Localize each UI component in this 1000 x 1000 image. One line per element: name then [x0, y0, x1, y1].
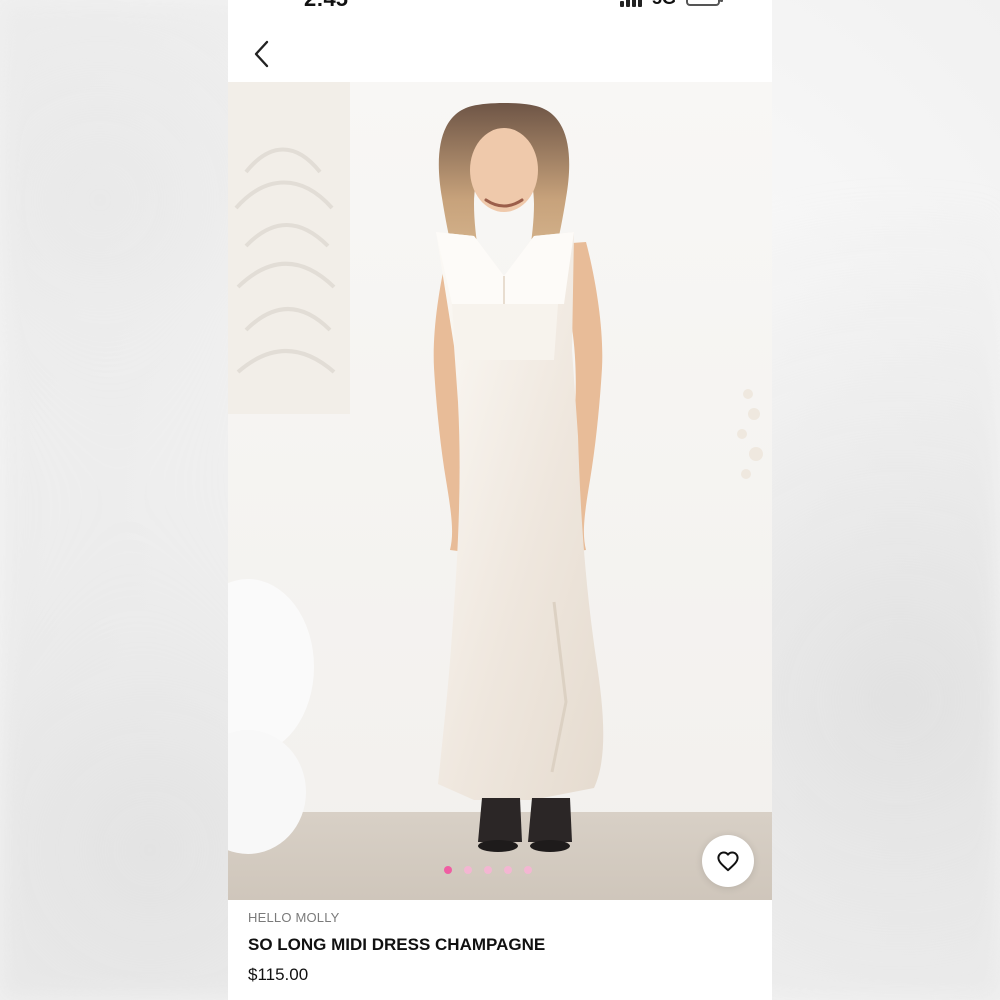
product-image[interactable] — [228, 82, 772, 900]
chevron-left-icon — [254, 40, 269, 68]
carousel-dot[interactable] — [484, 866, 492, 874]
product-price: $115.00 — [248, 965, 309, 984]
signal-icon — [619, 0, 642, 7]
product-title: SO LONG MIDI DRESS CHAMPAGNE — [248, 935, 546, 954]
status-time: 2:45 — [304, 0, 348, 12]
carousel-indicators[interactable] — [444, 866, 532, 874]
top-navigation — [228, 24, 772, 82]
brand-name: HELLO MOLLY — [248, 910, 340, 925]
heart-icon — [717, 851, 739, 872]
dress-photo — [228, 82, 772, 900]
product-details: HELLO MOLLY SO LONG MIDI DRESS CHAMPAGNE… — [248, 910, 752, 985]
back-button[interactable] — [244, 36, 280, 72]
status-bar: 2:45 5G — [228, 0, 772, 12]
phone-screen: 2:45 5G — [228, 0, 772, 1000]
carousel-dot[interactable] — [464, 866, 472, 874]
carousel-dot[interactable] — [504, 866, 512, 874]
carousel-dot[interactable] — [444, 866, 452, 874]
status-indicators: 5G — [619, 0, 723, 9]
favorite-button[interactable] — [702, 835, 754, 887]
battery-icon — [686, 0, 723, 6]
carousel-dot[interactable] — [524, 866, 532, 874]
network-label: 5G — [652, 0, 676, 9]
